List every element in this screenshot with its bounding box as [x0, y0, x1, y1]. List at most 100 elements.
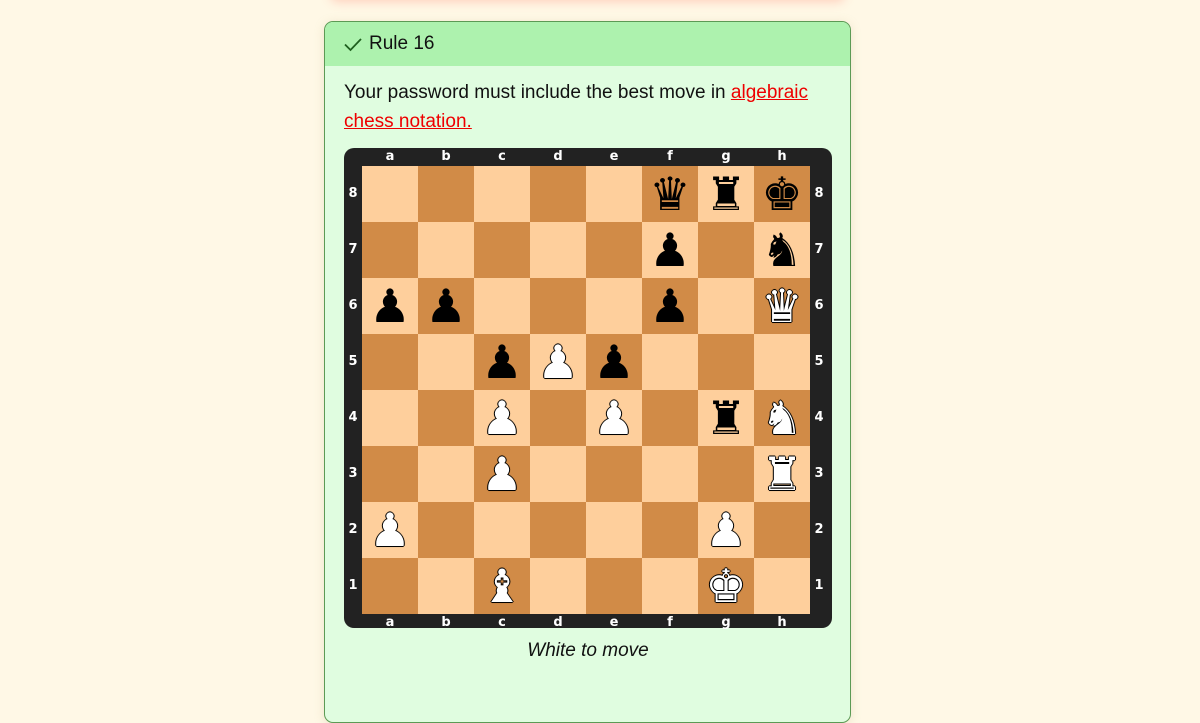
white-rook-icon[interactable]: ♜ — [761, 446, 802, 502]
square-e5[interactable]: ♟ — [586, 334, 642, 390]
file-label-bottom: g — [721, 615, 731, 630]
square-h8[interactable]: ♚ — [754, 166, 810, 222]
black-king-icon[interactable]: ♚ — [761, 166, 802, 222]
square-e1[interactable] — [586, 558, 642, 614]
black-pawn-icon[interactable]: ♟ — [481, 334, 522, 390]
rank-label-right: 4 — [814, 410, 824, 425]
black-pawn-icon[interactable]: ♟ — [425, 278, 466, 334]
white-pawn-icon[interactable]: ♟ — [369, 502, 410, 558]
white-bishop-icon[interactable]: ♝ — [481, 558, 522, 614]
square-d6[interactable] — [530, 278, 586, 334]
square-b2[interactable] — [418, 502, 474, 558]
square-d2[interactable] — [530, 502, 586, 558]
square-f2[interactable] — [642, 502, 698, 558]
square-f5[interactable] — [642, 334, 698, 390]
square-g3[interactable] — [698, 446, 754, 502]
square-b3[interactable] — [418, 446, 474, 502]
black-queen-icon[interactable]: ♛ — [649, 166, 690, 222]
square-f6[interactable]: ♟ — [642, 278, 698, 334]
square-b7[interactable] — [418, 222, 474, 278]
white-pawn-icon[interactable]: ♟ — [481, 446, 522, 502]
black-rook-icon[interactable]: ♜ — [705, 166, 746, 222]
square-c5[interactable]: ♟ — [474, 334, 530, 390]
square-f4[interactable] — [642, 390, 698, 446]
square-b8[interactable] — [418, 166, 474, 222]
square-a4[interactable] — [362, 390, 418, 446]
rank-label-right: 1 — [814, 578, 824, 593]
square-a6[interactable]: ♟ — [362, 278, 418, 334]
square-d1[interactable] — [530, 558, 586, 614]
rank-label-right: 8 — [814, 186, 824, 201]
square-e8[interactable] — [586, 166, 642, 222]
white-queen-icon[interactable]: ♛ — [761, 278, 802, 334]
square-d8[interactable] — [530, 166, 586, 222]
file-label-top: b — [441, 149, 451, 164]
file-label-bottom: b — [441, 615, 451, 630]
square-a7[interactable] — [362, 222, 418, 278]
square-h1[interactable] — [754, 558, 810, 614]
square-f3[interactable] — [642, 446, 698, 502]
square-g6[interactable] — [698, 278, 754, 334]
square-e7[interactable] — [586, 222, 642, 278]
square-d7[interactable] — [530, 222, 586, 278]
square-h3[interactable]: ♜ — [754, 446, 810, 502]
square-a1[interactable] — [362, 558, 418, 614]
white-king-icon[interactable]: ♚ — [705, 558, 746, 614]
square-e6[interactable] — [586, 278, 642, 334]
square-d3[interactable] — [530, 446, 586, 502]
square-f7[interactable]: ♟ — [642, 222, 698, 278]
file-label-bottom: e — [609, 615, 619, 630]
square-b6[interactable]: ♟ — [418, 278, 474, 334]
white-pawn-icon[interactable]: ♟ — [705, 502, 746, 558]
square-f1[interactable] — [642, 558, 698, 614]
square-h6[interactable]: ♛ — [754, 278, 810, 334]
square-g2[interactable]: ♟ — [698, 502, 754, 558]
black-rook-icon[interactable]: ♜ — [705, 390, 746, 446]
square-e2[interactable] — [586, 502, 642, 558]
square-c1[interactable]: ♝ — [474, 558, 530, 614]
square-d5[interactable]: ♟ — [530, 334, 586, 390]
file-label-bottom: c — [498, 615, 506, 630]
square-a5[interactable] — [362, 334, 418, 390]
square-g7[interactable] — [698, 222, 754, 278]
rank-label-right: 2 — [814, 522, 824, 537]
white-pawn-icon[interactable]: ♟ — [593, 390, 634, 446]
square-f8[interactable]: ♛ — [642, 166, 698, 222]
square-d4[interactable] — [530, 390, 586, 446]
square-c2[interactable] — [474, 502, 530, 558]
square-g1[interactable]: ♚ — [698, 558, 754, 614]
square-h2[interactable] — [754, 502, 810, 558]
white-pawn-icon[interactable]: ♟ — [537, 334, 578, 390]
check-icon — [343, 34, 363, 54]
square-a2[interactable]: ♟ — [362, 502, 418, 558]
square-g8[interactable]: ♜ — [698, 166, 754, 222]
square-g5[interactable] — [698, 334, 754, 390]
black-pawn-icon[interactable]: ♟ — [369, 278, 410, 334]
square-c4[interactable]: ♟ — [474, 390, 530, 446]
square-a8[interactable] — [362, 166, 418, 222]
white-knight-icon[interactable]: ♞ — [761, 390, 802, 446]
chess-board: a a b b c c d d e e f f g g h h 8 8 7 7 6 6 5 5 4 4 3 3 2 2 1 1 ♛ ♜ ♚ ♟ ♞ ♟ ♟ ♟… — [344, 148, 832, 630]
black-pawn-icon[interactable]: ♟ — [593, 334, 634, 390]
square-h4[interactable]: ♞ — [754, 390, 810, 446]
square-h7[interactable]: ♞ — [754, 222, 810, 278]
square-h5[interactable] — [754, 334, 810, 390]
black-knight-icon[interactable]: ♞ — [761, 222, 802, 278]
square-g4[interactable]: ♜ — [698, 390, 754, 446]
black-pawn-icon[interactable]: ♟ — [649, 278, 690, 334]
black-pawn-icon[interactable]: ♟ — [649, 222, 690, 278]
file-label-bottom: h — [777, 615, 787, 630]
white-pawn-icon[interactable]: ♟ — [481, 390, 522, 446]
square-b5[interactable] — [418, 334, 474, 390]
square-e4[interactable]: ♟ — [586, 390, 642, 446]
square-b1[interactable] — [418, 558, 474, 614]
square-a3[interactable] — [362, 446, 418, 502]
square-b4[interactable] — [418, 390, 474, 446]
rank-label-right: 6 — [814, 298, 824, 313]
rank-label-right: 7 — [814, 242, 824, 257]
square-c3[interactable]: ♟ — [474, 446, 530, 502]
square-e3[interactable] — [586, 446, 642, 502]
square-c7[interactable] — [474, 222, 530, 278]
square-c8[interactable] — [474, 166, 530, 222]
square-c6[interactable] — [474, 278, 530, 334]
